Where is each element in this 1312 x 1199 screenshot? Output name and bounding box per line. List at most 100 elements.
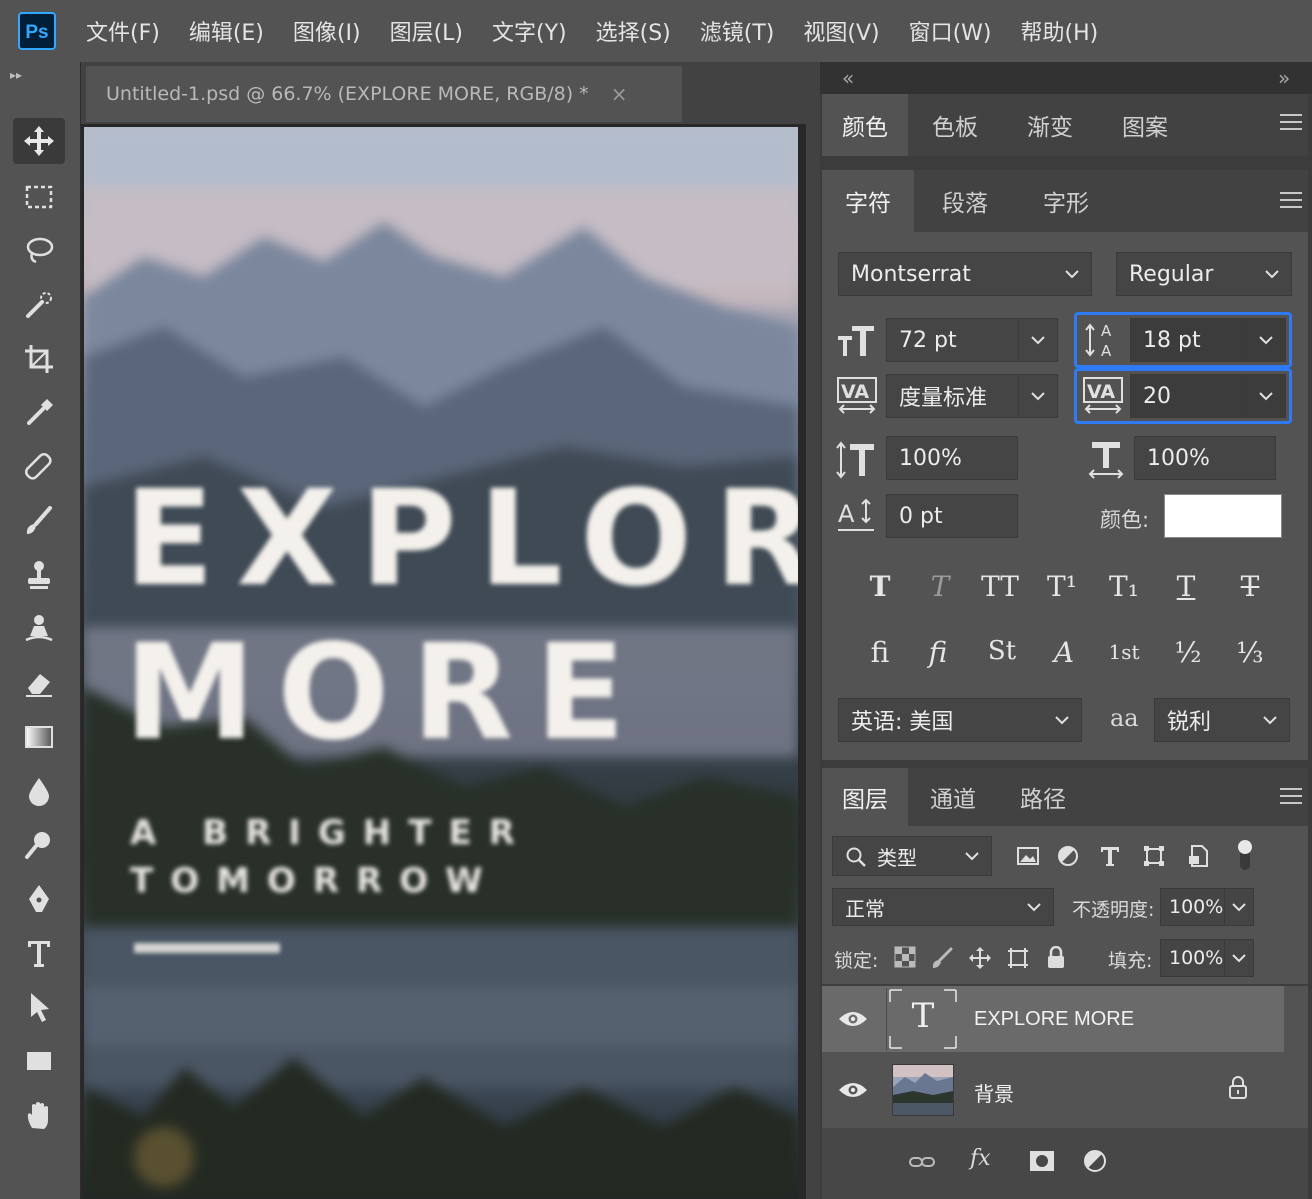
standard-ligatures-button[interactable]: fi	[858, 636, 902, 669]
panel-menu-icon[interactable]	[1280, 114, 1302, 135]
subscript-button[interactable]: T₁	[1102, 570, 1146, 603]
layer-name: EXPLORE MORE	[974, 1008, 1135, 1030]
tab-paths[interactable]: 路径	[998, 768, 1088, 826]
tracking-dropdown[interactable]: 20	[1130, 374, 1286, 418]
vertical-scale-field[interactable]: 100%	[886, 436, 1018, 480]
baseline-shift-field[interactable]: 0 pt	[886, 494, 1018, 538]
dodge-icon[interactable]	[13, 822, 65, 868]
collapse-right-icon[interactable]: »	[1278, 66, 1290, 90]
gradient-icon[interactable]	[13, 714, 65, 760]
link-icon[interactable]	[908, 1150, 936, 1174]
faux-bold-button[interactable]: T	[858, 570, 902, 603]
antialias-dropdown[interactable]: 锐利	[1154, 698, 1290, 742]
collapse-left-icon[interactable]: «	[842, 66, 854, 90]
eye-icon[interactable]	[838, 1009, 868, 1029]
layer-mask-icon[interactable]	[1028, 1148, 1056, 1174]
history-brush-icon[interactable]	[13, 606, 65, 652]
document-canvas[interactable]: EXPLORE MORE A BRIGHTER TOMORROW	[84, 127, 798, 1199]
titling-alternates-button[interactable]: ⅓	[1228, 636, 1272, 669]
underline-button[interactable]: T	[1164, 570, 1208, 603]
fractions-button[interactable]: ½	[1166, 636, 1210, 669]
marquee-icon[interactable]	[13, 174, 65, 220]
healing-brush-icon[interactable]	[13, 444, 65, 490]
leading-dropdown[interactable]: 18 pt	[1130, 318, 1286, 362]
blur-icon[interactable]	[13, 768, 65, 814]
smart-object-filter-icon[interactable]	[1186, 844, 1210, 868]
move-icon[interactable]	[13, 118, 65, 164]
tab-glyphs[interactable]: 字形	[1016, 170, 1116, 232]
tab-color[interactable]: 颜色	[822, 94, 908, 156]
tab-channels[interactable]: 通道	[908, 768, 998, 826]
menu-select[interactable]: 选择(S)	[596, 15, 686, 47]
font-family-dropdown[interactable]: Montserrat	[838, 252, 1092, 296]
kerning-dropdown[interactable]: 度量标准	[886, 374, 1058, 418]
panel-menu-icon[interactable]	[1280, 788, 1302, 809]
menu-view[interactable]: 视图(V)	[803, 15, 894, 47]
lock-transparent-icon[interactable]	[894, 946, 916, 968]
superscript-button[interactable]: T¹	[1040, 570, 1084, 603]
pen-icon[interactable]	[13, 876, 65, 922]
adjustment-layer-icon[interactable]	[1082, 1148, 1110, 1176]
crop-icon[interactable]	[13, 336, 65, 382]
lock-pixels-icon[interactable]	[930, 946, 954, 970]
hand-icon[interactable]	[13, 1092, 65, 1138]
brush-icon[interactable]	[13, 498, 65, 544]
tab-patterns[interactable]: 图案	[1098, 94, 1192, 156]
adjustment-filter-icon[interactable]	[1056, 844, 1080, 868]
rectangle-icon[interactable]	[13, 1038, 65, 1084]
tab-gradients[interactable]: 渐变	[1002, 94, 1098, 156]
shape-filter-icon[interactable]	[1142, 844, 1166, 868]
lasso-icon[interactable]	[13, 228, 65, 274]
menu-layer[interactable]: 图层(L)	[390, 15, 478, 47]
tab-layers[interactable]: 图层	[822, 768, 908, 826]
menu-edit[interactable]: 编辑(E)	[189, 15, 279, 47]
panel-menu-icon[interactable]	[1280, 192, 1302, 213]
text-color-swatch[interactable]	[1164, 494, 1282, 538]
discretionary-ligatures-button[interactable]: St	[980, 636, 1024, 666]
fx-icon[interactable]: fx	[970, 1146, 991, 1171]
contextual-alternates-button[interactable]: ﬁ	[916, 636, 960, 669]
tab-swatches[interactable]: 色板	[908, 94, 1002, 156]
close-icon[interactable]: ×	[611, 82, 628, 106]
menu-file[interactable]: 文件(F)	[86, 15, 175, 47]
menu-help[interactable]: 帮助(H)	[1021, 15, 1114, 47]
faux-italic-button[interactable]: T	[918, 570, 962, 603]
layer-row-explore-more[interactable]: T EXPLORE MORE	[822, 986, 1284, 1052]
all-caps-button[interactable]: TT	[978, 570, 1022, 603]
menu-type[interactable]: 文字(Y)	[492, 15, 582, 47]
type-filter-icon[interactable]	[1098, 844, 1122, 868]
ordinals-button[interactable]: 1st	[1102, 640, 1146, 664]
menu-window[interactable]: 窗口(W)	[909, 15, 1007, 47]
image-filter-icon[interactable]	[1016, 844, 1040, 868]
type-icon[interactable]	[13, 930, 65, 976]
menu-image[interactable]: 图像(I)	[293, 15, 376, 47]
photoshop-logo[interactable]: Ps	[18, 12, 56, 50]
horizontal-scale-field[interactable]: 100%	[1134, 436, 1276, 480]
font-size-dropdown[interactable]: 72 pt	[886, 318, 1058, 362]
opacity-field[interactable]: 100%	[1160, 888, 1254, 926]
eyedropper-icon[interactable]	[13, 390, 65, 436]
vertical-scrollbar[interactable]	[806, 62, 820, 1199]
clone-stamp-icon[interactable]	[13, 552, 65, 598]
font-style-dropdown[interactable]: Regular	[1116, 252, 1292, 296]
path-select-icon[interactable]	[13, 984, 65, 1030]
layer-filter-dropdown[interactable]: 类型	[832, 836, 992, 876]
toolbar-collapse-button[interactable]: ▸▸	[10, 68, 22, 82]
menu-filter[interactable]: 滤镜(T)	[700, 15, 790, 47]
blend-mode-dropdown[interactable]: 正常	[832, 888, 1054, 926]
quick-select-icon[interactable]	[13, 282, 65, 328]
tab-paragraph[interactable]: 段落	[914, 170, 1016, 232]
tab-character[interactable]: 字符	[822, 170, 914, 232]
eye-icon[interactable]	[838, 1080, 868, 1100]
document-tab[interactable]: Untitled-1.psd @ 66.7% (EXPLORE MORE, RG…	[86, 66, 682, 122]
eraser-icon[interactable]	[13, 660, 65, 706]
lock-all-icon[interactable]	[1046, 946, 1066, 970]
lock-artboard-icon[interactable]	[1006, 946, 1030, 970]
strikethrough-button[interactable]: T	[1228, 570, 1272, 603]
filter-toggle-icon[interactable]	[1234, 838, 1256, 874]
fill-field[interactable]: 100%	[1160, 939, 1254, 977]
language-dropdown[interactable]: 英语: 美国	[838, 698, 1082, 742]
swash-button[interactable]: A	[1042, 636, 1086, 669]
layer-row-background[interactable]: 背景	[822, 1056, 1284, 1122]
lock-position-icon[interactable]	[968, 946, 992, 970]
